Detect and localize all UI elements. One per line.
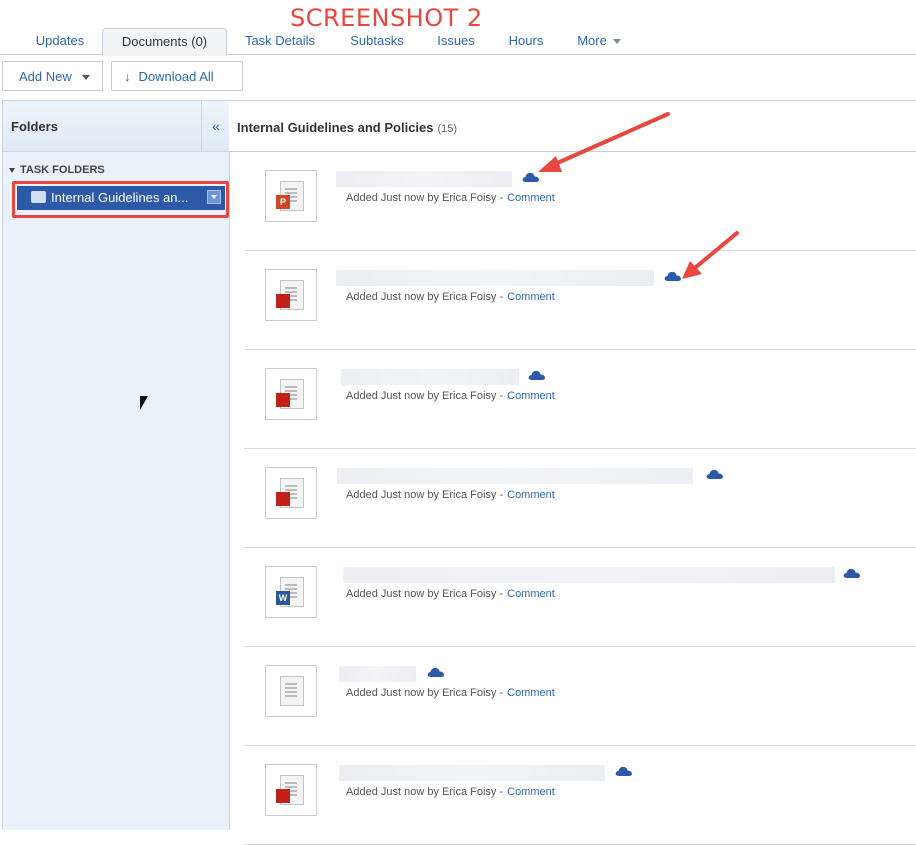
- comment-link[interactable]: Comment: [507, 687, 555, 699]
- sidebar-header: Folders «: [3, 100, 229, 152]
- document-row[interactable]: P Added Just now by Erica Foisy - Comment: [244, 151, 916, 251]
- chevron-down-icon: [612, 39, 621, 45]
- comment-link[interactable]: Comment: [507, 390, 555, 402]
- document-meta-text: Added Just now by Erica Foisy -: [346, 786, 504, 798]
- document-meta: Added Just now by Erica Foisy - Comment: [346, 390, 555, 402]
- document-title-redacted[interactable]: [337, 468, 693, 484]
- document-meta: Added Just now by Erica Foisy - Comment: [346, 291, 555, 303]
- cloud-icon[interactable]: [843, 567, 861, 579]
- pdf-icon: [276, 492, 290, 506]
- add-new-button[interactable]: Add New: [2, 61, 103, 91]
- document-meta: Added Just now by Erica Foisy - Comment: [346, 786, 555, 798]
- folder-icon: [31, 191, 46, 203]
- document-meta: Added Just now by Erica Foisy - Comment: [346, 588, 555, 600]
- document-meta-text: Added Just now by Erica Foisy -: [346, 489, 504, 501]
- comment-link[interactable]: Comment: [507, 291, 555, 303]
- document-thumbnail[interactable]: [265, 269, 317, 321]
- tab-label: Task Details: [244, 33, 316, 48]
- document-meta-text: Added Just now by Erica Foisy -: [346, 291, 504, 303]
- pdf-icon: [276, 294, 290, 308]
- cloud-icon[interactable]: [615, 765, 633, 777]
- document-thumbnail[interactable]: W: [265, 566, 317, 618]
- document-title-redacted[interactable]: [339, 666, 416, 682]
- document-row[interactable]: Added Just now by Erica Foisy - Comment: [244, 349, 916, 449]
- cloud-icon[interactable]: [706, 468, 724, 480]
- mouse-cursor-icon: [140, 396, 148, 410]
- comment-link[interactable]: Comment: [507, 588, 555, 600]
- main-header: Internal Guidelines and Policies (15): [229, 100, 916, 152]
- document-thumbnail[interactable]: [265, 764, 317, 816]
- tab-documents[interactable]: Documents (0): [102, 28, 227, 56]
- folder-item-internal-guidelines[interactable]: Internal Guidelines an...: [17, 186, 225, 210]
- document-meta: Added Just now by Erica Foisy - Comment: [346, 489, 555, 501]
- folder-title: Internal Guidelines and Policies: [237, 120, 434, 135]
- document-count: (15): [437, 123, 458, 135]
- page-title: Internal Guidelines and Policies (15): [237, 120, 457, 135]
- tab-label: More: [577, 33, 607, 48]
- document-row[interactable]: W Added Just now by Erica Foisy - Comment: [244, 547, 916, 647]
- document-meta-text: Added Just now by Erica Foisy -: [346, 588, 504, 600]
- document-title-redacted[interactable]: [336, 270, 654, 286]
- tab-hours[interactable]: Hours: [496, 28, 556, 54]
- document-title-redacted[interactable]: [336, 171, 512, 187]
- document-title-redacted[interactable]: [341, 369, 519, 385]
- document-row[interactable]: Added Just now by Erica Foisy - Comment: [244, 250, 916, 350]
- file-icon: [280, 676, 304, 706]
- word-icon: W: [276, 591, 290, 605]
- download-icon: ↓: [124, 69, 131, 84]
- sidebar-title: Folders: [11, 119, 58, 134]
- cloud-icon[interactable]: [522, 171, 540, 183]
- download-all-button[interactable]: ↓ Download All: [111, 61, 243, 91]
- tab-issues[interactable]: Issues: [426, 28, 486, 54]
- chevron-down-icon: [9, 167, 15, 173]
- document-meta-text: Added Just now by Erica Foisy -: [346, 687, 504, 699]
- document-thumbnail[interactable]: P: [265, 170, 317, 222]
- chevron-down-icon: [81, 75, 90, 81]
- tab-label: Updates: [35, 33, 85, 48]
- add-new-label: Add New: [19, 69, 72, 84]
- tab-subtasks[interactable]: Subtasks: [338, 28, 416, 54]
- pdf-icon: [276, 393, 290, 407]
- powerpoint-icon: P: [276, 195, 290, 209]
- document-meta: Added Just now by Erica Foisy - Comment: [346, 192, 555, 204]
- tab-task-details[interactable]: Task Details: [232, 28, 328, 54]
- document-thumbnail[interactable]: [265, 467, 317, 519]
- document-meta-text: Added Just now by Erica Foisy -: [346, 192, 504, 204]
- tab-label: Documents (0): [121, 34, 208, 49]
- folder-label: Internal Guidelines an...: [51, 190, 189, 205]
- document-title-redacted[interactable]: [339, 765, 605, 781]
- document-title-redacted[interactable]: [343, 567, 835, 583]
- document-row[interactable]: Added Just now by Erica Foisy - Comment: [244, 646, 916, 746]
- collapse-sidebar-button[interactable]: «: [201, 101, 230, 151]
- comment-link[interactable]: Comment: [507, 489, 555, 501]
- task-folders-label: TASK FOLDERS: [20, 164, 105, 176]
- document-meta-text: Added Just now by Erica Foisy -: [346, 390, 504, 402]
- document-row[interactable]: Added Just now by Erica Foisy - Comment: [244, 448, 916, 548]
- cloud-icon[interactable]: [427, 666, 445, 678]
- document-thumbnail[interactable]: [265, 368, 317, 420]
- tab-updates[interactable]: Updates: [22, 28, 98, 54]
- comment-link[interactable]: Comment: [507, 192, 555, 204]
- tab-bar: Updates Documents (0) Task Details Subta…: [0, 28, 916, 56]
- cloud-icon[interactable]: [664, 270, 682, 282]
- comment-link[interactable]: Comment: [507, 786, 555, 798]
- tab-label: Subtasks: [350, 33, 404, 48]
- cloud-icon[interactable]: [528, 369, 546, 381]
- document-thumbnail[interactable]: [265, 665, 317, 717]
- document-meta: Added Just now by Erica Foisy - Comment: [346, 687, 555, 699]
- pdf-icon: [276, 789, 290, 803]
- download-all-label: Download All: [138, 69, 214, 84]
- folders-sidebar: Folders « TASK FOLDERS Internal Guidelin…: [2, 100, 230, 830]
- tab-label: Issues: [437, 33, 475, 48]
- task-folders-toggle[interactable]: TASK FOLDERS: [9, 164, 105, 176]
- document-row[interactable]: Added Just now by Erica Foisy - Comment: [244, 745, 916, 845]
- tab-more[interactable]: More: [566, 28, 632, 54]
- tab-label: Hours: [508, 33, 544, 48]
- folder-menu-button[interactable]: [207, 190, 221, 204]
